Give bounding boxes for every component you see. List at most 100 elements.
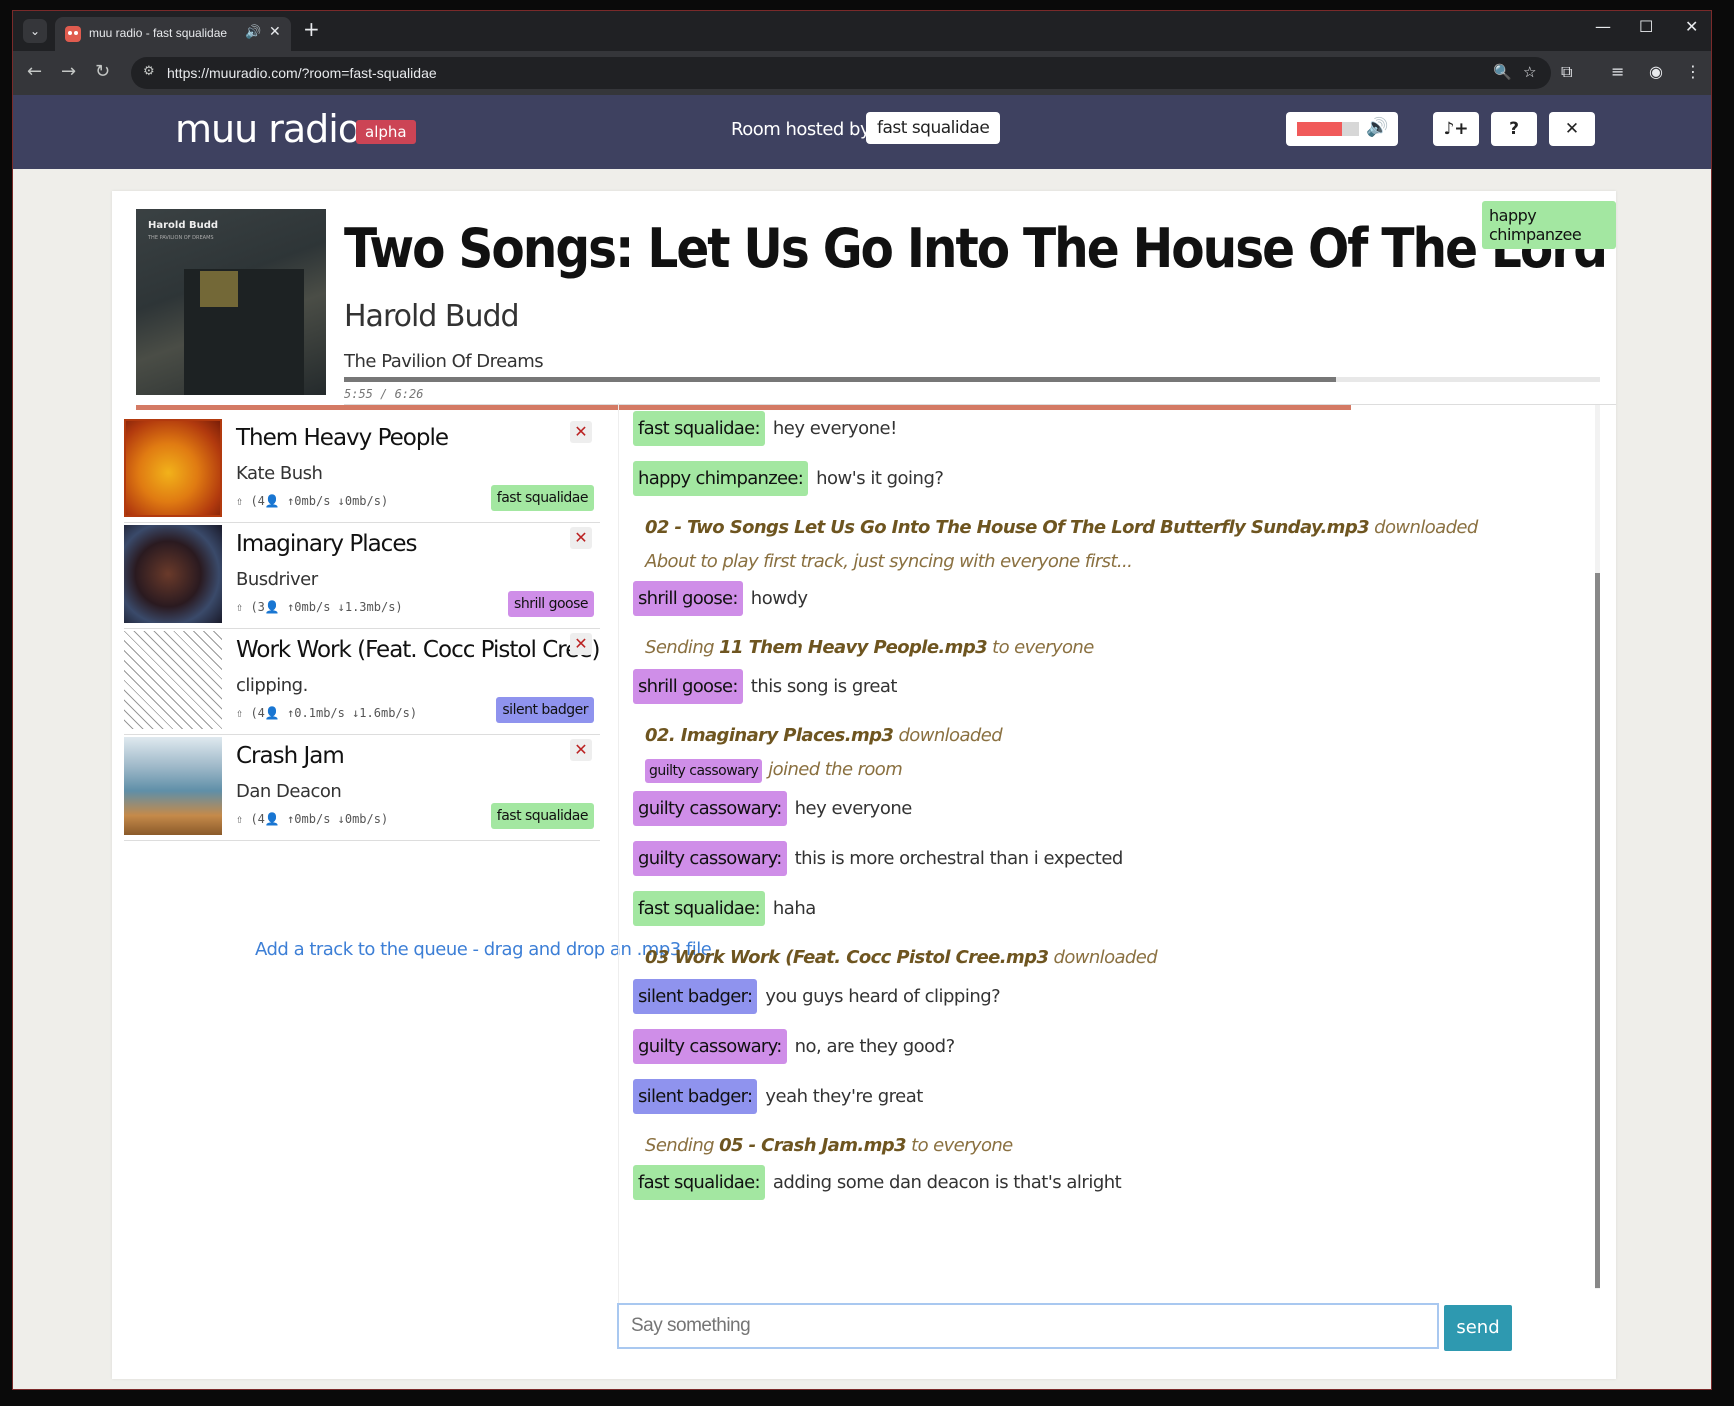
extensions-icon[interactable]: ⧉ xyxy=(1561,62,1572,82)
forward-icon[interactable]: → xyxy=(61,61,76,82)
speaker-icon[interactable]: 🔊 xyxy=(245,25,261,40)
remove-track-button[interactable]: ✕ xyxy=(570,421,592,443)
queue-album-art xyxy=(124,525,222,623)
site-info-icon[interactable]: ⚙ xyxy=(143,64,155,79)
remove-track-button[interactable]: ✕ xyxy=(570,633,592,655)
chat-text: yeah they're great xyxy=(765,1086,923,1107)
playback-progress xyxy=(344,377,1600,382)
system-message: Sending 11 Them Heavy People.mp3 to ever… xyxy=(645,637,1094,658)
send-button[interactable]: send xyxy=(1444,1305,1512,1351)
file-name: 03 Work Work (Feat. Cocc Pistol Cree.mp3 xyxy=(645,947,1049,968)
queue-item[interactable]: Imaginary Places Busdriver ⇧ (3👤 ↑0mb/s ↓1… xyxy=(124,523,600,629)
system-message: Sending 05 - Crash Jam.mp3 to everyone xyxy=(645,1135,1013,1156)
speaker-icon[interactable]: 🔊 xyxy=(1366,117,1388,138)
queue-item[interactable]: Them Heavy People Kate Bush ⇧ (4👤 ↑0mb/s ↓… xyxy=(124,417,600,523)
volume-level xyxy=(1297,122,1342,136)
queue-added-by: fast squalidae xyxy=(490,803,594,829)
browser-window: ⌄ muu radio - fast squalidae 🔊 ✕ + — ☐ ✕… xyxy=(12,10,1712,1390)
back-icon[interactable]: ← xyxy=(27,61,42,82)
close-tab-icon[interactable]: ✕ xyxy=(269,24,281,40)
chat-message: fast squalidae: haha xyxy=(633,891,816,926)
now-playing-artist: Harold Budd xyxy=(344,299,520,334)
queue-list: Them Heavy People Kate Bush ⇧ (4👤 ↑0mb/s ↓… xyxy=(124,417,600,841)
chat-text: this is more orchestral than i expected xyxy=(794,848,1124,869)
media-controls-icon[interactable]: ≡ xyxy=(1611,62,1624,81)
remove-track-button[interactable]: ✕ xyxy=(570,739,592,761)
address-bar[interactable]: ⚙ https://muuradio.com/?room=fast-squali… xyxy=(131,57,1551,89)
playback-progress-fill xyxy=(344,377,1337,382)
queue-item[interactable]: Crash Jam Dan Deacon ⇧ (4👤 ↑0mb/s ↓0mb/s) ✕… xyxy=(124,735,600,841)
zoom-icon[interactable]: 🔍 xyxy=(1493,63,1512,81)
volume-slider[interactable] xyxy=(1297,122,1359,136)
close-window-icon[interactable]: ✕ xyxy=(1685,17,1698,36)
profile-icon[interactable]: ◉ xyxy=(1649,62,1663,81)
tab-search-button[interactable]: ⌄ xyxy=(23,19,47,43)
queue-track-artist: Kate Bush xyxy=(236,463,323,484)
chat-text: this song is great xyxy=(750,676,898,697)
chat-username: shrill goose: xyxy=(633,669,743,704)
maximize-icon[interactable]: ☐ xyxy=(1639,17,1653,36)
chat-message: shrill goose: howdy xyxy=(633,581,808,616)
chat-text: haha xyxy=(772,898,816,919)
chat-log: fast squalidae: hey everyone! happy chimpa… xyxy=(618,403,1516,1303)
chat-message: guilty cassowary: this is more orchestral… xyxy=(633,841,1123,876)
file-name: 02 - Two Songs Let Us Go Into The House … xyxy=(645,517,1370,538)
add-track-button[interactable]: ♪+ xyxy=(1433,112,1479,146)
menu-icon[interactable]: ⋮ xyxy=(1685,62,1701,81)
chat-text: adding some dan deacon is that's alright xyxy=(772,1172,1122,1193)
system-text: About to play first track, just syncing … xyxy=(645,551,1133,572)
alpha-badge: alpha xyxy=(356,120,416,144)
remove-track-button[interactable]: ✕ xyxy=(570,527,592,549)
reload-icon[interactable]: ↻ xyxy=(95,61,110,82)
volume-control[interactable]: 🔊 xyxy=(1286,112,1398,146)
tab-bar: ⌄ muu radio - fast squalidae 🔊 ✕ + — ☐ ✕ xyxy=(13,11,1711,51)
queue-track-artist: Dan Deacon xyxy=(236,781,342,802)
chat-username: guilty cassowary: xyxy=(633,1029,787,1064)
chat-message: shrill goose: this song is great xyxy=(633,669,898,704)
chat-username: silent badger: xyxy=(633,979,758,1014)
help-button[interactable]: ? xyxy=(1491,112,1537,146)
queue-album-art xyxy=(124,419,222,517)
chat-text: hey everyone xyxy=(794,798,913,819)
file-name: 05 - Crash Jam.mp3 xyxy=(719,1135,906,1156)
system-text: to everyone xyxy=(987,637,1094,658)
queue-track-title: Work Work (Feat. Cocc Pistol Cree) xyxy=(236,637,600,663)
system-prefix: Sending xyxy=(645,637,720,658)
now-playing-title: Two Songs: Let Us Go Into The House Of T… xyxy=(344,217,1616,280)
chat-scrollbar[interactable] xyxy=(1595,573,1600,1288)
chat-username: guilty cassowary: xyxy=(633,841,787,876)
system-message: About to play first track, just syncing … xyxy=(645,551,1133,572)
system-message: guilty cassowary joined the room xyxy=(645,759,903,783)
tab-title: muu radio - fast squalidae xyxy=(89,26,228,40)
queue-track-stats: ⇧ (3👤 ↑0mb/s ↓1.3mb/s) xyxy=(236,600,403,614)
host-name: fast squalidae xyxy=(866,112,1001,144)
new-tab-button[interactable]: + xyxy=(303,17,320,41)
chat-input[interactable] xyxy=(617,1303,1439,1349)
page: muu radio alpha Room hosted by fast squa… xyxy=(13,95,1711,1389)
system-text: downloaded xyxy=(1369,517,1478,538)
file-name: 11 Them Heavy People.mp3 xyxy=(719,637,988,658)
minimize-icon[interactable]: — xyxy=(1595,17,1611,36)
browser-tab[interactable]: muu radio - fast squalidae 🔊 ✕ xyxy=(55,17,291,51)
logo[interactable]: muu radio xyxy=(175,107,361,151)
chat-username: guilty cassowary: xyxy=(633,791,787,826)
queue-added-by: fast squalidae xyxy=(490,485,594,511)
queue-item[interactable]: Work Work (Feat. Cocc Pistol Cree) clippi… xyxy=(124,629,600,735)
chat-message: guilty cassowary: no, are they good? xyxy=(633,1029,955,1064)
url-text[interactable]: https://muuradio.com/?room=fast-squalida… xyxy=(167,65,437,81)
queue-track-artist: clipping. xyxy=(236,675,308,696)
queue-album-art xyxy=(124,631,222,729)
queue-track-stats: ⇧ (4👤 ↑0mb/s ↓0mb/s) xyxy=(236,812,389,826)
leave-room-button[interactable]: ✕ xyxy=(1549,112,1595,146)
chat-username: fast squalidae: xyxy=(633,411,765,446)
chat-message: silent badger: you guys heard of clipping… xyxy=(633,979,1001,1014)
queue-track-title: Crash Jam xyxy=(236,743,345,769)
browser-toolbar: ← → ↻ ⚙ https://muuradio.com/?room=fast-… xyxy=(13,51,1711,95)
chat-username: guilty cassowary xyxy=(645,759,763,783)
queue-track-title: Imaginary Places xyxy=(236,531,417,557)
chat-username: fast squalidae: xyxy=(633,1165,765,1200)
bookmark-star-icon[interactable]: ☆ xyxy=(1523,63,1536,81)
chat-text: hey everyone! xyxy=(772,418,897,439)
chat-message: guilty cassowary: hey everyone xyxy=(633,791,912,826)
chat-username: happy chimpanzee: xyxy=(633,461,809,496)
